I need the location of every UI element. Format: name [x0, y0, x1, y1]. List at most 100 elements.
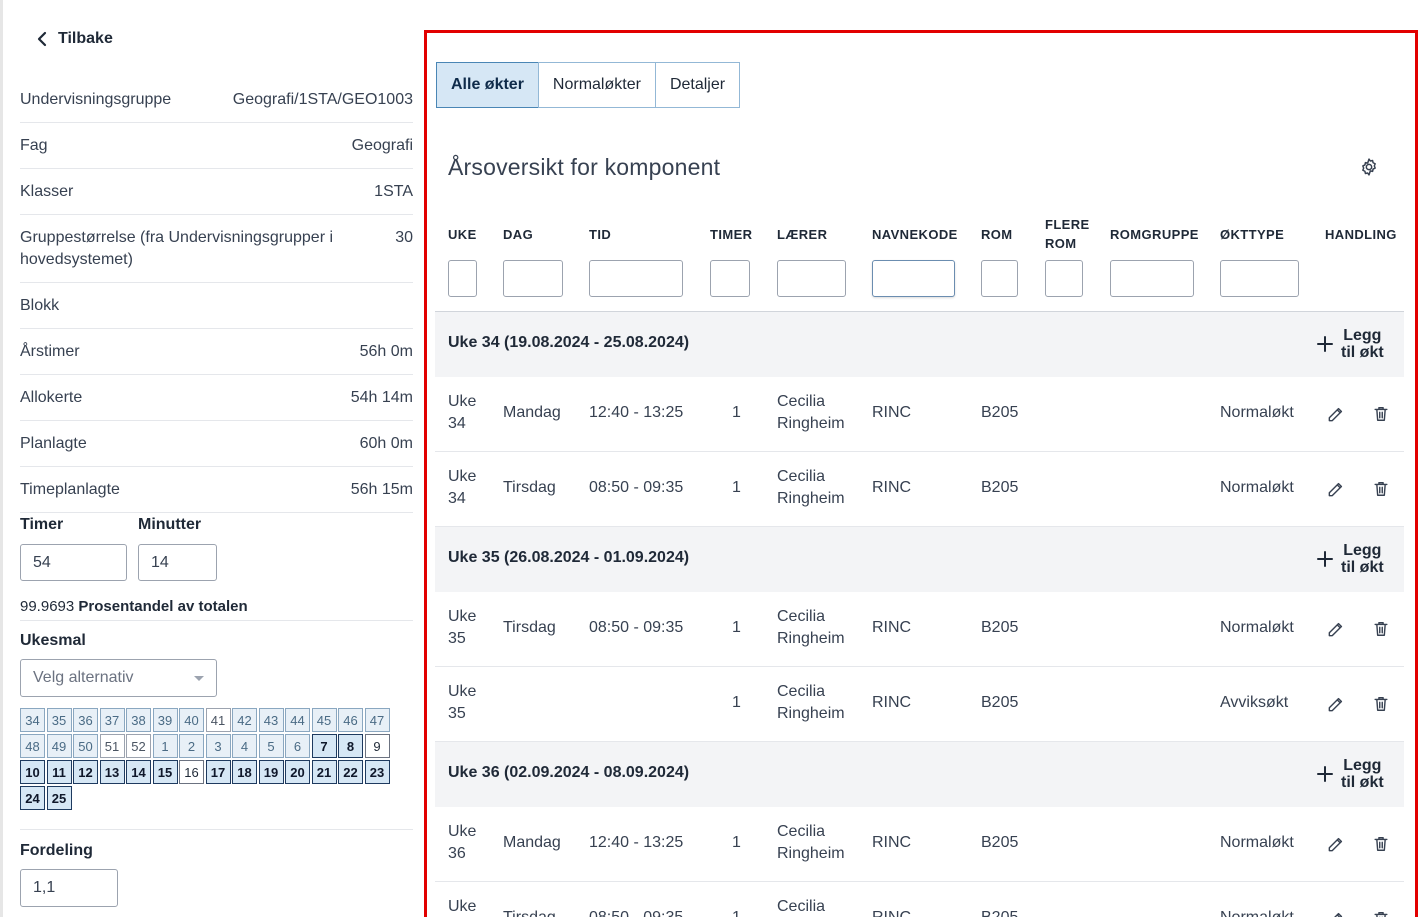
filter-timer-input[interactable]: [710, 260, 750, 297]
week-toggle[interactable]: 21: [311, 760, 337, 784]
tab-normalokter[interactable]: Normaløkter: [537, 62, 656, 108]
tab-detaljer[interactable]: Detaljer: [654, 62, 741, 108]
filter-rom-input[interactable]: [981, 260, 1018, 297]
week-toggle[interactable]: 13: [99, 760, 125, 784]
week-toggle[interactable]: 7: [311, 734, 337, 758]
col-navnekode: NAVNEKODE: [872, 227, 958, 242]
week-toggle[interactable]: 12: [73, 760, 98, 784]
week-toggle[interactable]: 48: [20, 734, 45, 758]
week-toggle[interactable]: 25: [46, 786, 72, 810]
add-session-button[interactable]: Legg til økt: [1317, 757, 1384, 791]
fordeling-input[interactable]: 1,1: [20, 869, 118, 907]
filter-dag-input[interactable]: [503, 260, 563, 297]
week-toggle[interactable]: 38: [126, 708, 151, 732]
trash-icon[interactable]: [1371, 909, 1391, 917]
pencil-icon[interactable]: [1326, 694, 1346, 714]
cell-tid: 12:40 - 13:25: [589, 404, 684, 421]
trash-icon[interactable]: [1371, 479, 1391, 499]
cell-rom: B205: [981, 619, 1019, 636]
week-toggle[interactable]: 40: [179, 708, 204, 732]
filter-romgruppe-input[interactable]: [1110, 260, 1194, 297]
week-toggle[interactable]: 43: [258, 708, 284, 732]
week-toggle[interactable]: 51: [99, 734, 125, 758]
ukesmal-select[interactable]: Velg alternativ: [20, 659, 217, 697]
pencil-icon[interactable]: [1326, 404, 1346, 424]
week-toggle[interactable]: 19: [258, 760, 284, 784]
week-toggle[interactable]: 10: [20, 760, 45, 784]
cell-laerer: Cecilia Ringheim: [777, 606, 845, 650]
add-session-button[interactable]: Legg til økt: [1317, 327, 1384, 361]
week-toggle[interactable]: 35: [46, 708, 72, 732]
filter-uke-input[interactable]: [448, 260, 477, 297]
filter-flere-rom-input[interactable]: [1045, 260, 1083, 297]
week-toggle[interactable]: 46: [338, 708, 363, 732]
add-session-button[interactable]: Legg til økt: [1317, 542, 1384, 576]
week-toggle[interactable]: 4: [232, 734, 257, 758]
week-toggle[interactable]: 36: [73, 708, 98, 732]
minutter-label: Minutter: [138, 516, 202, 533]
filter-okttype-input[interactable]: [1220, 260, 1299, 297]
cell-laerer-line1: Cecilia: [777, 823, 826, 840]
week-toggle[interactable]: 52: [126, 734, 151, 758]
add-session-label-line2: til økt: [1341, 559, 1384, 576]
week-toggle[interactable]: 45: [311, 708, 337, 732]
week-toggle[interactable]: 24: [20, 786, 45, 810]
timer-input[interactable]: 54: [20, 544, 127, 581]
cell-laerer-line1: Cecilia: [777, 393, 826, 410]
week-toggle[interactable]: 34: [20, 708, 45, 732]
week-toggle[interactable]: 41: [205, 708, 231, 732]
trash-icon[interactable]: [1371, 694, 1391, 714]
week-toggle[interactable]: 8: [338, 734, 363, 758]
week-toggle[interactable]: 16: [179, 760, 204, 784]
gear-icon[interactable]: [1359, 157, 1379, 177]
week-toggle[interactable]: 3: [205, 734, 231, 758]
week-toggle[interactable]: 1: [152, 734, 178, 758]
week-toggle[interactable]: 6: [285, 734, 310, 758]
add-session-label: Legg til økt: [1341, 757, 1384, 791]
filter-tid-input[interactable]: [589, 260, 683, 297]
week-toggle[interactable]: 5: [258, 734, 284, 758]
week-toggle[interactable]: 50: [73, 734, 98, 758]
info-row: Klasser 1STA: [20, 169, 413, 215]
week-toggle[interactable]: 42: [232, 708, 257, 732]
week-toggle[interactable]: 23: [364, 760, 390, 784]
trash-icon[interactable]: [1371, 834, 1391, 854]
info-row: Planlagte 60h 0m: [20, 421, 413, 467]
week-toggle[interactable]: 15: [152, 760, 178, 784]
cell-type: Normaløkt: [1220, 834, 1294, 851]
tab-alle-okter[interactable]: Alle økter: [436, 62, 539, 108]
week-toggle[interactable]: 22: [338, 760, 363, 784]
tab-bar: Alle økter Normaløkter Detaljer: [436, 62, 741, 108]
week-group-header: Uke 36 (02.09.2024 - 08.09.2024) Legg til …: [435, 742, 1404, 807]
week-toggle[interactable]: 2: [179, 734, 204, 758]
trash-icon[interactable]: [1371, 619, 1391, 639]
info-value: Geografi/1STA/GEO1003: [232, 91, 413, 108]
trash-icon[interactable]: [1371, 404, 1391, 424]
filter-navnekode-input[interactable]: [872, 260, 955, 297]
pencil-icon[interactable]: [1326, 909, 1346, 917]
week-toggle[interactable]: 17: [205, 760, 231, 784]
week-toggle[interactable]: 37: [99, 708, 125, 732]
table-row: Uke 35 Tirsdag 08:50 - 09:35 RINC B205 Normalø…: [435, 592, 1404, 667]
week-toggle[interactable]: 49: [46, 734, 72, 758]
minutter-input[interactable]: 14: [138, 544, 217, 581]
week-toggle[interactable]: 39: [152, 708, 178, 732]
cell-laerer: Cecilia Ringheim: [777, 681, 845, 725]
add-session-label-line2: til økt: [1341, 344, 1384, 361]
info-row: Undervisningsgruppe Geografi/1STA/GEO1003: [20, 77, 413, 123]
back-button[interactable]: Tilbake: [34, 28, 113, 50]
week-toggle[interactable]: 44: [285, 708, 310, 732]
cell-type: Normaløkt: [1220, 479, 1294, 496]
filter-laerer-input[interactable]: [777, 260, 846, 297]
week-toggle[interactable]: 14: [126, 760, 151, 784]
cell-uke: Uke 34: [448, 391, 476, 435]
week-toggle[interactable]: 47: [364, 708, 390, 732]
pencil-icon[interactable]: [1326, 834, 1346, 854]
pencil-icon[interactable]: [1326, 619, 1346, 639]
week-toggle[interactable]: 20: [285, 760, 310, 784]
week-toggle[interactable]: 11: [46, 760, 72, 784]
cell-uke-line2: 35: [448, 630, 466, 647]
pencil-icon[interactable]: [1326, 479, 1346, 499]
week-toggle[interactable]: 18: [232, 760, 257, 784]
week-toggle[interactable]: 9: [364, 734, 390, 758]
